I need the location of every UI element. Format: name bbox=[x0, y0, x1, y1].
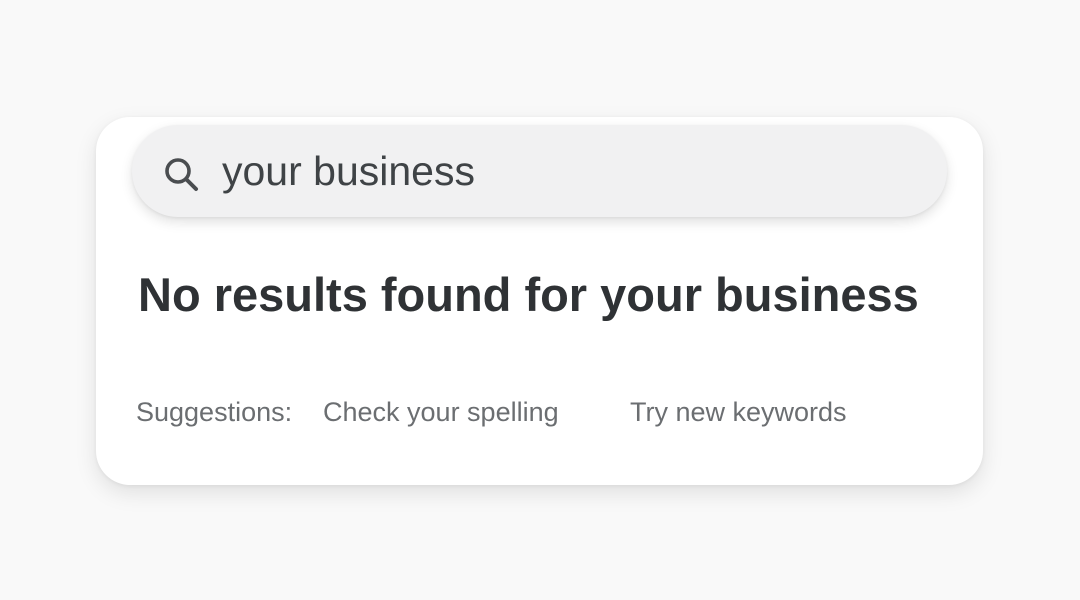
suggestion-try-new-keywords[interactable]: Try new keywords bbox=[630, 397, 847, 428]
no-results-card: No results found for your business Sugge… bbox=[96, 117, 983, 485]
suggestions-label: Suggestions: bbox=[136, 397, 293, 427]
search-icon[interactable] bbox=[162, 155, 202, 195]
search-bar[interactable] bbox=[132, 125, 947, 217]
no-results-heading: No results found for your business bbox=[138, 268, 919, 321]
search-input[interactable] bbox=[222, 145, 912, 197]
suggestion-check-spelling[interactable]: Check your spelling bbox=[323, 397, 559, 428]
